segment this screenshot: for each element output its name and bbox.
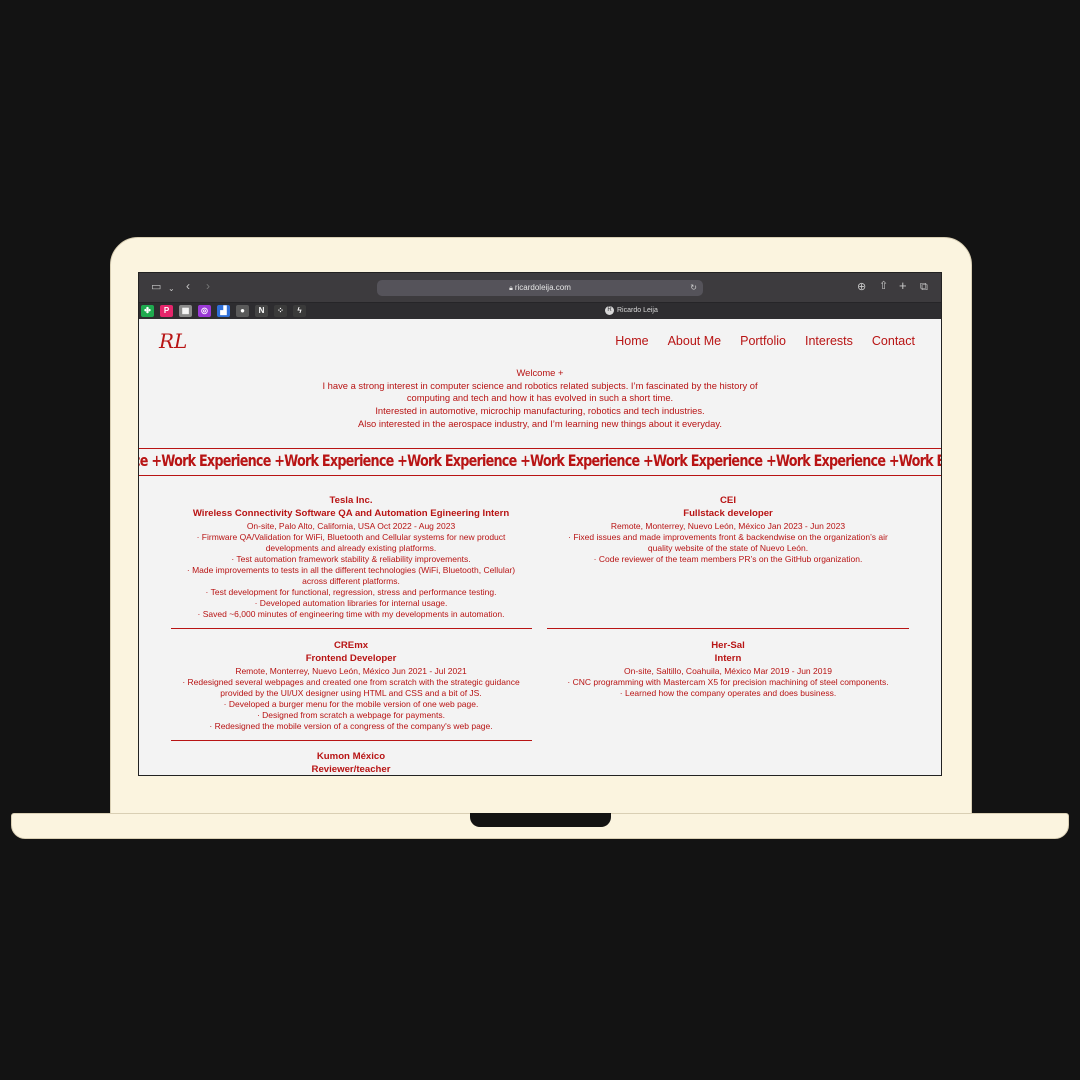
job-meta: Remote, Monterrey, Nuevo León, México Ju… xyxy=(235,665,467,676)
tab-bar: ✤ P ▦ ◎ ▟ ● N ⁘ ϟ R Ricardo Leija xyxy=(139,302,941,319)
site-logo[interactable]: RL xyxy=(159,329,187,353)
welcome-line: computing and tech and how it has evolve… xyxy=(406,392,674,404)
divider xyxy=(171,740,532,741)
job-tesla: Tesla Inc. Wireless Connectivity Software… xyxy=(169,495,533,620)
work-experience-marquee: ce +Work Experience +Work Experience +Wo… xyxy=(139,448,941,476)
nav-portfolio[interactable]: Portfolio xyxy=(740,334,786,348)
tabs-overview-icon[interactable]: ⧉ xyxy=(920,282,928,293)
job-detail-line: developments and already existing platfo… xyxy=(265,542,437,553)
laptop-notch xyxy=(470,813,611,827)
job-cremx: CREmx Frontend Developer Remote, Monterrey… xyxy=(169,640,533,732)
share-icon[interactable]: ⇧ xyxy=(879,281,888,292)
job-detail-line: across different platforms. xyxy=(302,576,400,587)
n-icon[interactable]: N xyxy=(255,305,268,317)
forward-icon[interactable]: › xyxy=(206,280,210,292)
divider xyxy=(171,628,532,629)
job-detail-line: · Saved ~6,000 minutes of engineering ti… xyxy=(197,609,505,620)
job-meta: On-site, Saltillo, Coahuila, México Mar … xyxy=(624,665,832,676)
reload-icon[interactable]: ↻ xyxy=(690,280,697,296)
job-role: Reviewer/teacher xyxy=(311,763,391,775)
qr-icon[interactable]: ▦ xyxy=(179,305,192,317)
active-tab[interactable]: R Ricardo Leija xyxy=(605,305,658,317)
job-detail-line: · Redesigned the mobile version of a con… xyxy=(209,721,493,732)
address-bar[interactable]: 🔒︎ ricardoleija.com ↻ xyxy=(377,280,703,296)
web-page: RL Home About Me Portfolio Interests Con… xyxy=(139,319,941,775)
nav-home[interactable]: Home xyxy=(615,334,648,348)
github-icon[interactable]: ● xyxy=(236,305,249,317)
chart-icon[interactable]: ▟ xyxy=(217,305,230,317)
site-nav: Home About Me Portfolio Interests Contac… xyxy=(615,334,915,348)
job-detail-line: · Designed from scratch a webpage for pa… xyxy=(256,709,446,720)
job-detail-line: · Developed automation libraries for int… xyxy=(254,598,448,609)
job-detail-line: · Redesigned several webpages and create… xyxy=(182,676,520,687)
browser-window: ▭ ⌄ ‹ › 🔒︎ ricardoleija.com ↻ ⊕ ⇧ + ⧉ ✤ P ▦… xyxy=(138,272,942,776)
job-role: Wireless Connectivity Software QA and Au… xyxy=(192,507,510,519)
job-her-sal: Her-Sal Intern On-site, Saltillo, Coahuila… xyxy=(546,640,910,699)
marquee-text: ce +Work Experience +Work Experience +Wo… xyxy=(139,451,941,470)
welcome-section: Welcome + I have a strong interest in co… xyxy=(139,367,941,431)
welcome-heading: Welcome + xyxy=(516,367,564,378)
url-text: ricardoleija.com xyxy=(514,283,571,292)
job-meta: Remote, Monterrey, Nuevo León, México Ja… xyxy=(610,520,846,531)
download-icon[interactable]: ⊕ xyxy=(857,282,866,293)
bookmarks-bar: ✤ P ▦ ◎ ▟ ● N ⁘ ϟ xyxy=(141,305,306,317)
job-role: Intern xyxy=(714,652,742,664)
bolt-icon[interactable]: ϟ xyxy=(293,305,306,317)
job-detail-line: · Code reviewer of the team members PR’s… xyxy=(593,553,863,564)
job-kumon: Kumon México Reviewer/teacher xyxy=(169,751,533,775)
job-detail-line: quality website of the state of Nuevo Le… xyxy=(647,542,809,553)
job-detail-line: · Test development for functional, regre… xyxy=(205,587,497,598)
nav-about-me[interactable]: About Me xyxy=(668,334,722,348)
job-meta: On-site, Palo Alto, California, USA Oct … xyxy=(246,520,456,531)
job-company: Kumon México xyxy=(316,751,386,762)
browser-toolbar: ▭ ⌄ ‹ › 🔒︎ ricardoleija.com ↻ ⊕ ⇧ + ⧉ xyxy=(139,273,941,302)
welcome-line: I have a strong interest in computer sci… xyxy=(322,379,758,391)
job-detail-line: · Developed a burger menu for the mobile… xyxy=(223,698,479,709)
lock-icon: 🔒︎ xyxy=(509,285,513,292)
p-icon[interactable]: P xyxy=(160,305,173,317)
job-company: Tesla Inc. xyxy=(329,495,373,506)
app-icon[interactable]: ◎ xyxy=(198,305,211,317)
job-cei: CEI Fullstack developer Remote, Monterrey,… xyxy=(546,495,910,565)
tab-favicon: R xyxy=(605,305,614,315)
welcome-line: Interested in automotive, microchip manu… xyxy=(375,405,705,417)
new-tab-icon[interactable]: + xyxy=(899,279,907,292)
job-detail-line: · Fixed issues and made improvements fro… xyxy=(568,531,888,542)
job-detail-line: · Firmware QA/Validation for WiFi, Bluet… xyxy=(196,531,506,542)
job-role: Frontend Developer xyxy=(305,652,397,664)
back-icon[interactable]: ‹ xyxy=(186,280,190,292)
tab-title: Ricardo Leija xyxy=(617,307,658,314)
job-detail-line: · Made improvements to tests in all the … xyxy=(186,564,516,575)
nav-interests[interactable]: Interests xyxy=(805,334,853,348)
job-company: Her-Sal xyxy=(711,640,745,651)
grid-icon[interactable]: ✤ xyxy=(141,305,154,317)
job-detail-line: provided by the UI/UX designer using HTM… xyxy=(220,687,482,698)
job-detail-line: · Learned how the company operates and d… xyxy=(619,687,837,698)
job-role: Fullstack developer xyxy=(683,507,773,519)
job-detail-line: · Test automation framework stability & … xyxy=(231,553,471,564)
job-company: CEI xyxy=(720,495,736,506)
job-company: CREmx xyxy=(333,640,369,651)
welcome-line: Also interested in the aerospace industr… xyxy=(358,417,722,429)
sidebar-icon[interactable]: ▭ xyxy=(151,282,161,293)
job-detail-line: · CNC programming with Mastercam X5 for … xyxy=(567,676,889,687)
dots-icon[interactable]: ⁘ xyxy=(274,305,287,317)
chevron-down-icon[interactable]: ⌄ xyxy=(168,283,175,294)
nav-contact[interactable]: Contact xyxy=(872,334,915,348)
divider xyxy=(547,628,909,629)
